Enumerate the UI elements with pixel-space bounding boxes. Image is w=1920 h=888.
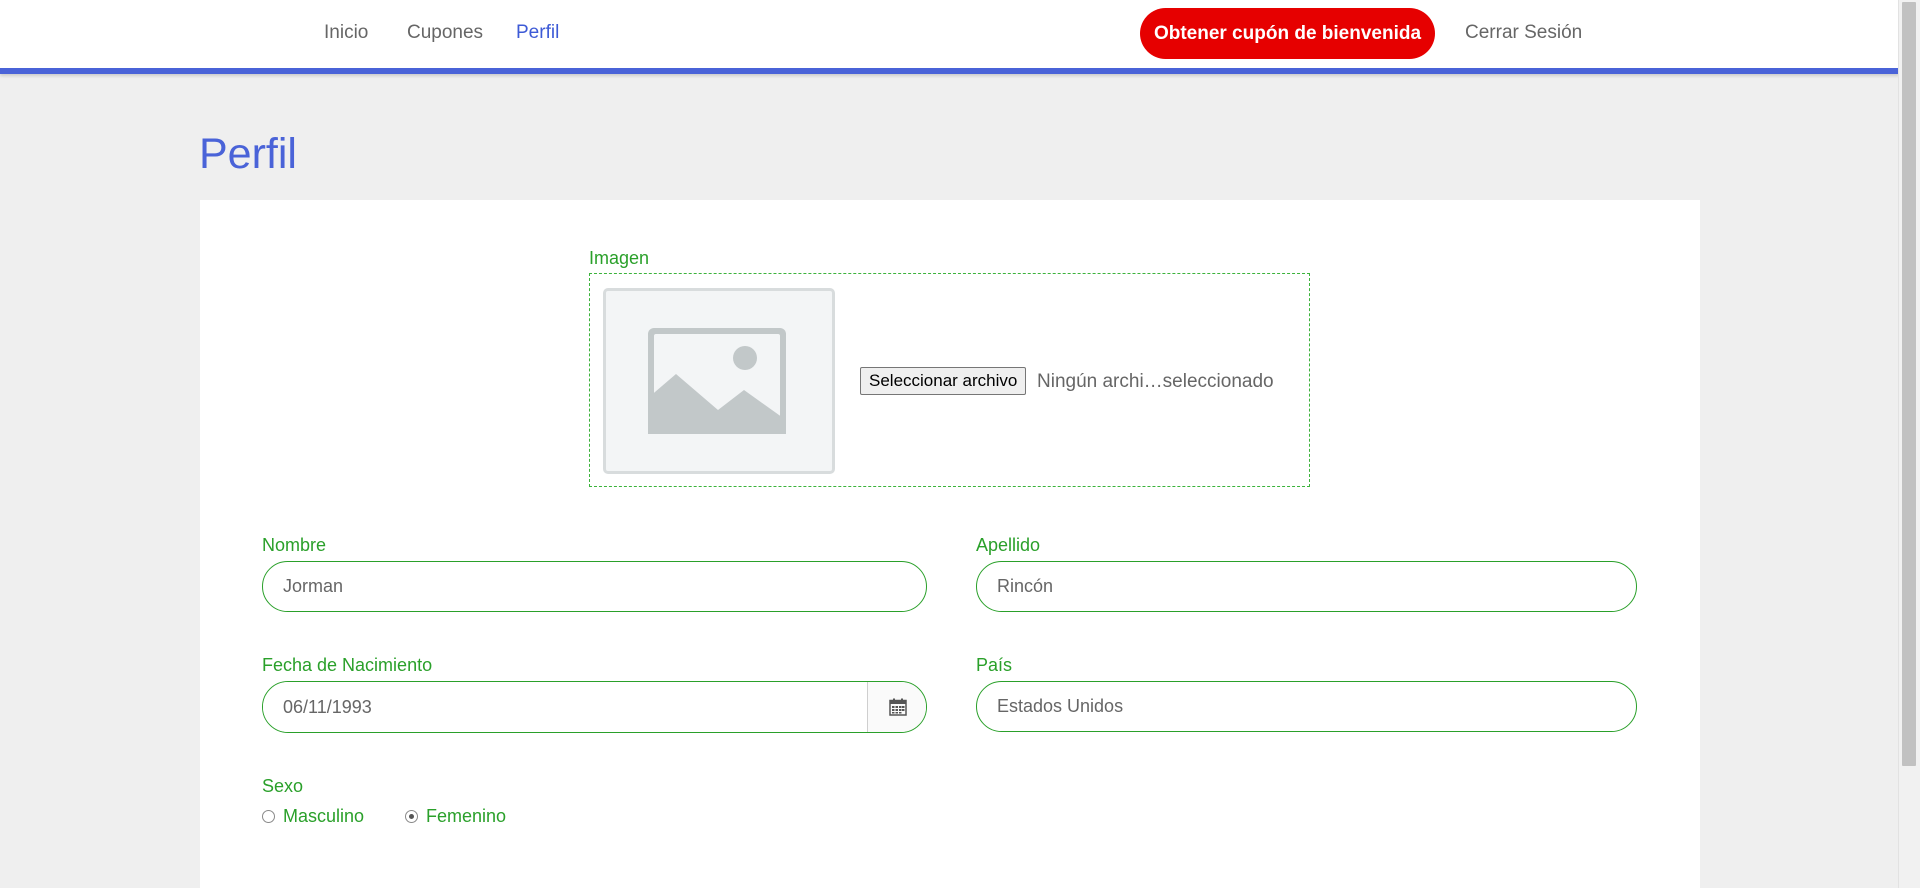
calendar-icon: [889, 698, 907, 716]
last-name-label: Apellido: [976, 535, 1041, 555]
welcome-coupon-button[interactable]: Obtener cupón de bienvenida: [1140, 8, 1435, 59]
birth-date-input[interactable]: [263, 682, 867, 732]
radio-label-masculino: Masculino: [283, 806, 365, 826]
gender-option-masculino[interactable]: Masculino: [262, 806, 364, 827]
scrollbar-thumb[interactable]: [1902, 2, 1916, 766]
image-placeholder-icon: [648, 328, 786, 434]
radio-label-femenino: Femenino: [426, 806, 507, 826]
image-preview: [603, 288, 835, 474]
file-status-text: Ningún archi…seleccionado: [1037, 371, 1274, 392]
vertical-scrollbar[interactable]: [1898, 0, 1920, 888]
page-title: Perfil: [199, 130, 297, 178]
logout-link[interactable]: Cerrar Sesión: [1465, 22, 1582, 44]
nav-link-perfil[interactable]: Perfil: [516, 22, 559, 44]
radio-masculino[interactable]: [262, 810, 275, 823]
first-name-input[interactable]: [262, 561, 927, 612]
country-input[interactable]: [976, 681, 1637, 732]
nav-link-cupones[interactable]: Cupones: [407, 22, 483, 44]
gender-option-femenino[interactable]: Femenino: [405, 806, 506, 827]
page: Inicio Cupones Perfil Obtener cupón de b…: [0, 0, 1920, 888]
birth-date-label: Fecha de Nacimiento: [262, 655, 433, 675]
date-picker-button[interactable]: [867, 682, 926, 732]
country-label: País: [976, 655, 1013, 675]
nav-link-inicio[interactable]: Inicio: [324, 22, 368, 44]
last-name-input[interactable]: [976, 561, 1637, 612]
radio-femenino[interactable]: [405, 810, 418, 823]
profile-form-card: Imagen Seleccionar archivo Ningún archi……: [200, 200, 1700, 888]
image-label: Imagen: [589, 248, 650, 268]
select-file-button[interactable]: Seleccionar archivo: [860, 367, 1027, 395]
birth-date-field: [262, 681, 927, 733]
first-name-label: Nombre: [262, 535, 327, 555]
gender-label: Sexo: [262, 776, 304, 796]
top-nav: Inicio Cupones Perfil Obtener cupón de b…: [0, 0, 1899, 74]
image-upload-area: Seleccionar archivo Ningún archi…selecci…: [589, 273, 1310, 487]
